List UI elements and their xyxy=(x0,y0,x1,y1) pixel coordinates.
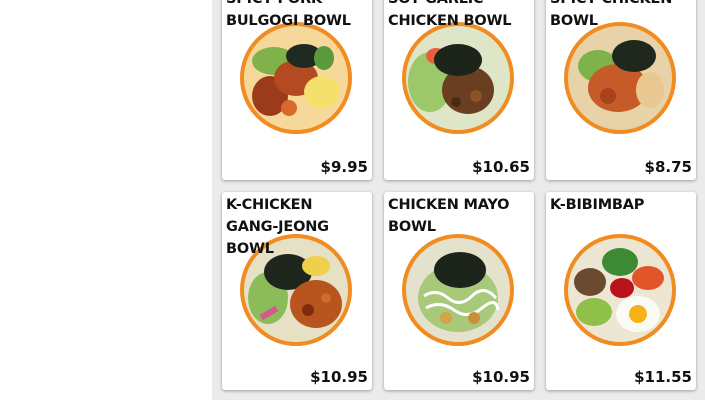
menu-card-spicy-pork-bulgogi-bowl[interactable]: SPICY PORK BULGOGI BOWL $9.95 xyxy=(222,0,372,180)
menu-item-price: $10.95 xyxy=(472,368,530,386)
menu-item-title: SOY GARLIC CHICKEN BOWL xyxy=(388,0,512,29)
menu-item-price: $10.95 xyxy=(310,368,368,386)
menu-item-title: K-BIBIMBAP xyxy=(550,197,645,213)
menu-card-k-chicken-gang-jeong-bowl[interactable]: K-CHICKEN GANG-JEONG BOWL $10.95 xyxy=(222,192,372,390)
food-photo xyxy=(402,234,514,346)
food-photo xyxy=(240,22,352,134)
menu-item-title: K-CHICKEN GANG-JEONG BOWL xyxy=(226,197,329,257)
menu-card-k-bibimbap[interactable]: K-BIBIMBAP $11.55 xyxy=(546,192,696,390)
menu-item-title: CHICKEN MAYO BOWL xyxy=(388,197,510,235)
menu-card-spicy-chicken-bowl[interactable]: SPICY CHICKEN BOWL $8.75 xyxy=(546,0,696,180)
menu-item-price: $11.55 xyxy=(634,368,692,386)
menu-card-chicken-mayo-bowl[interactable]: CHICKEN MAYO BOWL $10.95 xyxy=(384,192,534,390)
food-photo xyxy=(564,22,676,134)
menu-item-title: SPICY PORK BULGOGI BOWL xyxy=(226,0,351,29)
menu-item-price: $9.95 xyxy=(320,158,368,176)
blank-left-pane xyxy=(0,0,212,400)
menu-card-soy-garlic-chicken-bowl[interactable]: SOY GARLIC CHICKEN BOWL $10.65 xyxy=(384,0,534,180)
menu-item-price: $10.65 xyxy=(472,158,530,176)
menu-item-price: $8.75 xyxy=(644,158,692,176)
food-photo xyxy=(564,234,676,346)
menu-item-title: SPICY CHICKEN BOWL xyxy=(550,0,672,29)
food-photo xyxy=(402,22,514,134)
menu-grid: SPICY PORK BULGOGI BOWL $9.95 SOY GARLIC… xyxy=(212,0,705,400)
